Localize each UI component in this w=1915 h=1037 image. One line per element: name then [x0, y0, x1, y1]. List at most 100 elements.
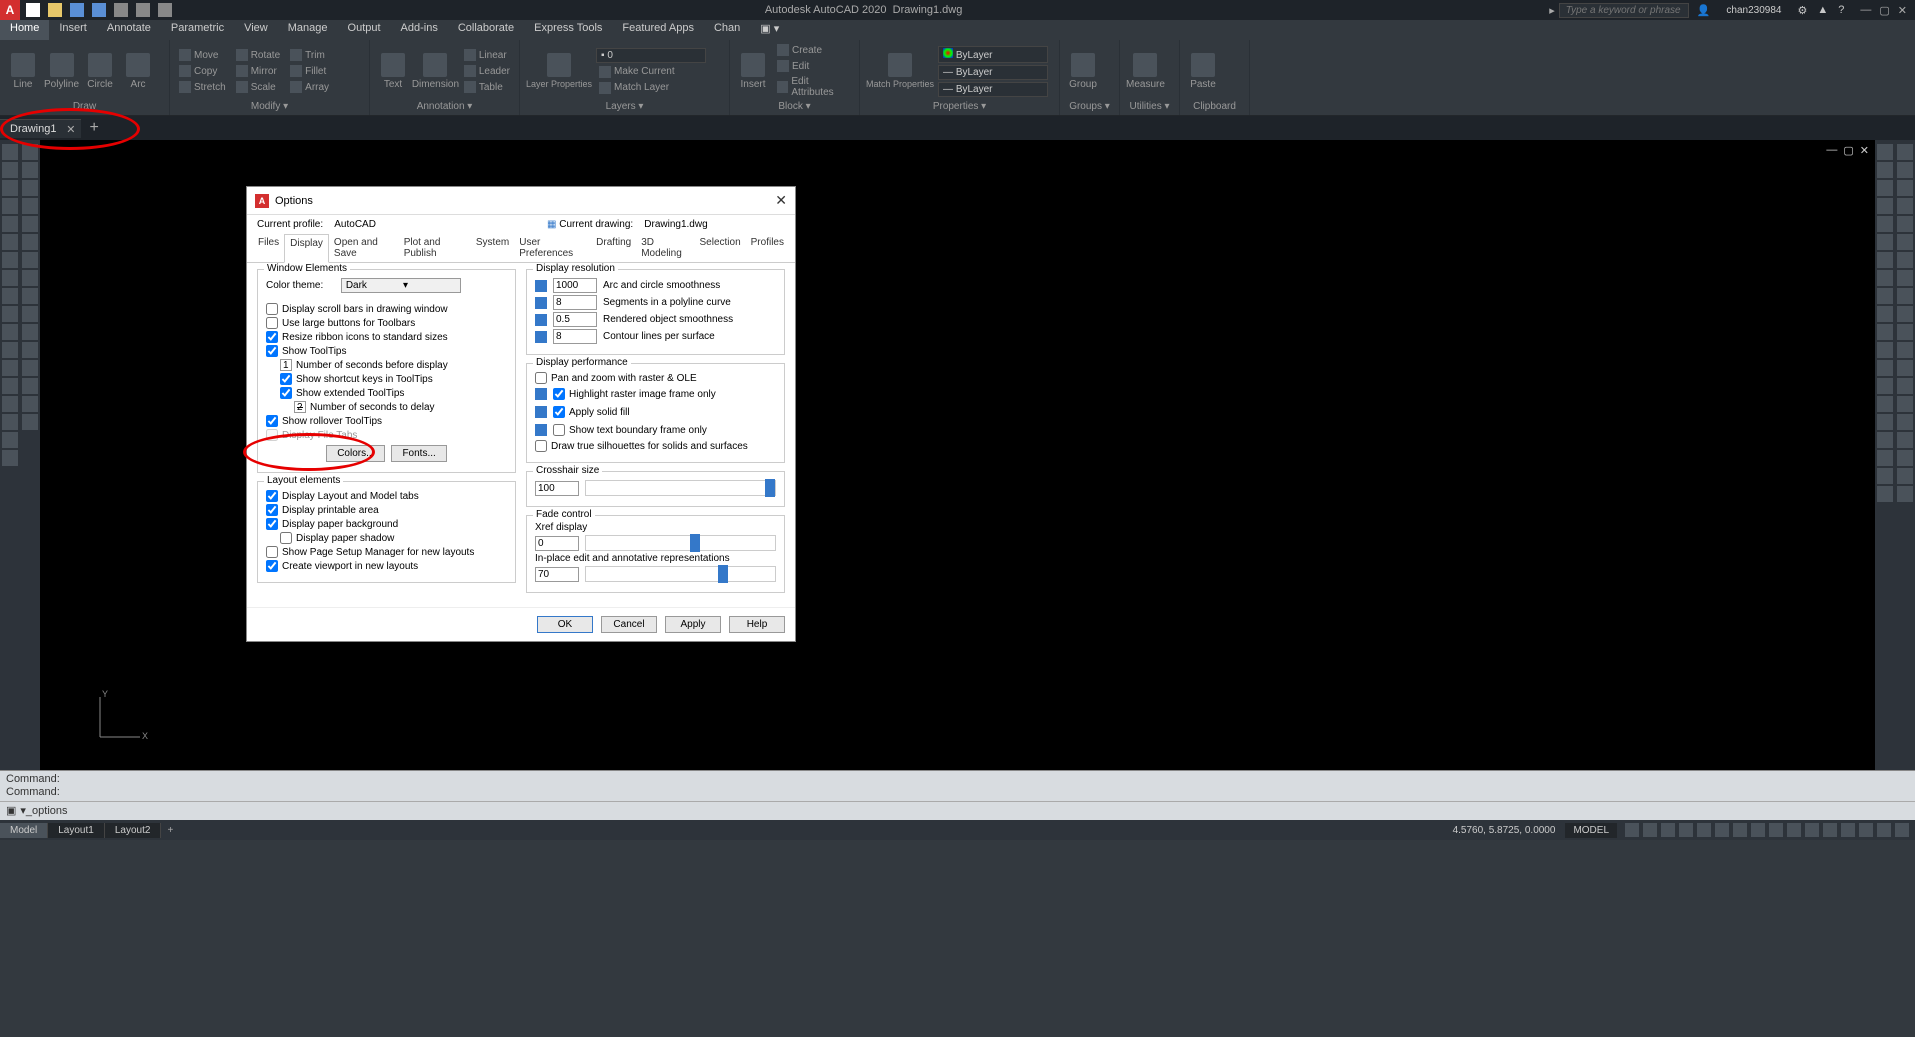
tool-icon[interactable]: [2, 198, 18, 214]
polyline-segments-input[interactable]: [553, 295, 597, 310]
tool-icon[interactable]: [22, 144, 38, 160]
match-properties-button[interactable]: Match Properties: [866, 53, 934, 89]
dtab-profiles[interactable]: Profiles: [746, 234, 789, 262]
modify-panel-title[interactable]: Modify ▾: [176, 100, 363, 113]
tool-icon[interactable]: [2, 216, 18, 232]
tool-icon[interactable]: [2, 324, 18, 340]
tool-icon[interactable]: [22, 396, 38, 412]
tool-icon[interactable]: [22, 288, 38, 304]
xref-fade-input[interactable]: [535, 536, 579, 551]
tool-icon[interactable]: [2, 270, 18, 286]
status-icon[interactable]: [1625, 823, 1639, 837]
status-icon[interactable]: [1787, 823, 1801, 837]
help-button[interactable]: Help: [729, 616, 785, 633]
tool-icon[interactable]: [1877, 252, 1893, 268]
tool-icon[interactable]: [22, 198, 38, 214]
tool-icon[interactable]: [2, 162, 18, 178]
tool-icon[interactable]: [2, 306, 18, 322]
status-icon[interactable]: [1805, 823, 1819, 837]
tool-icon[interactable]: [2, 234, 18, 250]
table-button[interactable]: Table: [461, 80, 513, 94]
tool-icon[interactable]: [2, 360, 18, 376]
tool-icon[interactable]: [22, 180, 38, 196]
tool-icon[interactable]: [1897, 486, 1913, 502]
tool-icon[interactable]: [2, 450, 18, 466]
tool-icon[interactable]: [1897, 144, 1913, 160]
status-icon[interactable]: [1697, 823, 1711, 837]
tool-icon[interactable]: [1897, 180, 1913, 196]
tool-icon[interactable]: [2, 396, 18, 412]
app-icon[interactable]: ▲: [1817, 4, 1828, 17]
tooltip-delay-input[interactable]: [294, 401, 306, 413]
tooltips-checkbox[interactable]: Show ToolTips: [266, 345, 507, 357]
keyword-search-input[interactable]: [1559, 3, 1689, 18]
group-button[interactable]: Group: [1066, 53, 1100, 90]
block-panel-title[interactable]: Block ▾: [736, 100, 853, 113]
tool-icon[interactable]: [1897, 450, 1913, 466]
redo-icon[interactable]: [136, 3, 150, 17]
arc-smoothness-input[interactable]: [553, 278, 597, 293]
tool-icon[interactable]: [1897, 288, 1913, 304]
largebuttons-checkbox[interactable]: Use large buttons for Toolbars: [266, 317, 507, 329]
arc-button[interactable]: Arc: [121, 53, 155, 90]
tool-icon[interactable]: [22, 360, 38, 376]
cancel-button[interactable]: Cancel: [601, 616, 657, 633]
tool-icon[interactable]: [1877, 378, 1893, 394]
tool-icon[interactable]: [1877, 144, 1893, 160]
status-icon[interactable]: [1841, 823, 1855, 837]
tool-icon[interactable]: [2, 414, 18, 430]
tool-icon[interactable]: [1897, 324, 1913, 340]
line-button[interactable]: Line: [6, 53, 40, 90]
create-block-button[interactable]: Create: [774, 43, 853, 57]
tab-chan[interactable]: Chan: [704, 20, 750, 40]
create-viewport-checkbox[interactable]: Create viewport in new layouts: [266, 560, 507, 572]
tool-icon[interactable]: [22, 306, 38, 322]
color-dropdown[interactable]: ByLayer: [938, 46, 1048, 63]
dtab-drafting[interactable]: Drafting: [591, 234, 636, 262]
tab-view[interactable]: View: [234, 20, 278, 40]
stretch-button[interactable]: Stretch: [176, 80, 229, 94]
close-button[interactable]: ✕: [1898, 4, 1907, 17]
edit-attributes-button[interactable]: Edit Attributes: [774, 75, 853, 99]
minimize-button[interactable]: —: [1860, 4, 1871, 17]
tool-icon[interactable]: [22, 216, 38, 232]
status-icon[interactable]: [1859, 823, 1873, 837]
layout2-tab[interactable]: Layout2: [105, 823, 162, 838]
tab-featured[interactable]: Featured Apps: [612, 20, 704, 40]
tool-icon[interactable]: [1897, 342, 1913, 358]
contour-lines-input[interactable]: [553, 329, 597, 344]
status-icon[interactable]: [1877, 823, 1891, 837]
apply-button[interactable]: Apply: [665, 616, 721, 633]
tool-icon[interactable]: [2, 342, 18, 358]
rotate-button[interactable]: Rotate: [233, 48, 283, 62]
move-button[interactable]: Move: [176, 48, 229, 62]
new-icon[interactable]: [26, 3, 40, 17]
linetype-dropdown[interactable]: — ByLayer: [938, 65, 1048, 80]
trim-button[interactable]: Trim: [287, 48, 332, 62]
array-button[interactable]: Array: [287, 80, 332, 94]
insert-block-button[interactable]: Insert: [736, 53, 770, 90]
status-icon[interactable]: [1733, 823, 1747, 837]
dialog-close-button[interactable]: ✕: [775, 192, 787, 209]
layout-tabs-checkbox[interactable]: Display Layout and Model tabs: [266, 490, 507, 502]
status-icon[interactable]: [1679, 823, 1693, 837]
annotation-panel-title[interactable]: Annotation ▾: [376, 100, 513, 113]
file-tab-drawing1[interactable]: Drawing1 ✕: [0, 119, 81, 138]
dtab-plot[interactable]: Plot and Publish: [399, 234, 471, 262]
inplace-fade-slider[interactable]: [585, 566, 776, 582]
tool-icon[interactable]: [1877, 450, 1893, 466]
signin-icon[interactable]: 👤: [1697, 4, 1711, 17]
lineweight-dropdown[interactable]: — ByLayer: [938, 82, 1048, 97]
paper-shadow-checkbox[interactable]: Display paper shadow: [280, 532, 507, 544]
help-icon[interactable]: ?: [1838, 4, 1844, 17]
add-layout-button[interactable]: +: [161, 825, 179, 836]
properties-panel-title[interactable]: Properties ▾: [866, 100, 1053, 113]
circle-button[interactable]: Circle: [83, 53, 117, 90]
tool-icon[interactable]: [1877, 216, 1893, 232]
tool-icon[interactable]: [2, 144, 18, 160]
linear-button[interactable]: Linear: [461, 48, 513, 62]
maximize-button[interactable]: ▢: [1879, 4, 1889, 17]
tab-addins[interactable]: Add-ins: [391, 20, 448, 40]
tool-icon[interactable]: [1877, 288, 1893, 304]
username[interactable]: chan230984: [1718, 5, 1789, 16]
